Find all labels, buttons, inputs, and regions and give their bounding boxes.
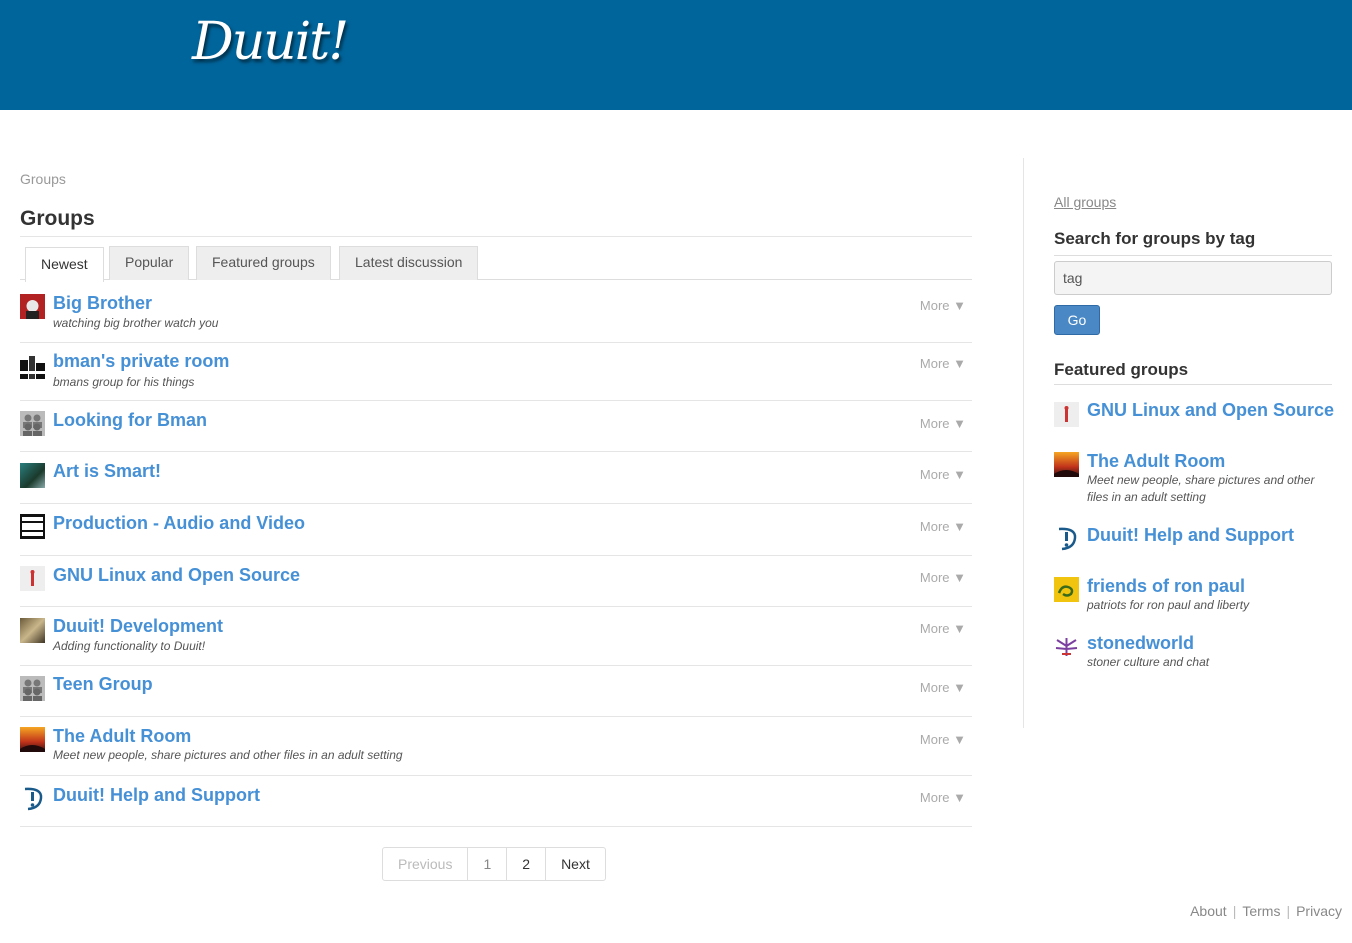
list-item: Teen Group More ▼	[20, 666, 972, 717]
list-item: The Adult Room Meet new people, share pi…	[20, 717, 972, 776]
pagination-previous: Previous	[398, 856, 453, 872]
group-name[interactable]: Art is Smart!	[53, 461, 161, 482]
group-description: Adding functionality to Duuit!	[53, 639, 206, 653]
featured-group-name[interactable]: The Adult Room	[1087, 451, 1225, 472]
page-title: Groups	[20, 207, 95, 230]
more-menu[interactable]: More ▼	[920, 621, 966, 636]
list-item: Looking for Bman More ▼	[20, 401, 972, 452]
more-menu[interactable]: More ▼	[920, 356, 966, 371]
more-menu[interactable]: More ▼	[920, 570, 966, 585]
group-name[interactable]: Duuit! Development	[53, 616, 223, 637]
featured-group-description: patriots for ron paul and liberty	[1087, 598, 1250, 612]
featured-group-name[interactable]: GNU Linux and Open Source	[1087, 400, 1334, 421]
featured-group-name[interactable]: Duuit! Help and Support	[1087, 525, 1294, 546]
all-groups-link[interactable]: All groups	[1054, 194, 1116, 210]
featured-item: The Adult Room Meet new people, share pi…	[1054, 451, 1344, 511]
tab-featured-groups[interactable]: Featured groups	[196, 246, 331, 280]
pagination: Previous 1 2 Next	[382, 847, 606, 881]
go-button[interactable]: Go	[1054, 305, 1100, 335]
featured-group-name[interactable]: stonedworld	[1087, 633, 1194, 654]
featured-group-name[interactable]: friends of ron paul	[1087, 576, 1245, 597]
tag-search-input[interactable]	[1054, 261, 1332, 295]
featured-heading-divider	[1054, 384, 1332, 385]
advisory-avatar-icon[interactable]	[20, 514, 45, 539]
pagination-next[interactable]: Next	[545, 848, 605, 880]
featured-group-description: stoner culture and chat	[1087, 655, 1210, 669]
group-description: bmans group for his things	[53, 375, 195, 389]
list-item: Art is Smart! More ▼	[20, 452, 972, 504]
group-name[interactable]: Big Brother	[53, 293, 152, 314]
more-menu[interactable]: More ▼	[920, 519, 966, 534]
breadcrumb[interactable]: Groups	[20, 171, 66, 187]
more-menu[interactable]: More ▼	[920, 467, 966, 482]
gnu-avatar-icon[interactable]	[20, 566, 45, 591]
footer-terms-link[interactable]: Terms	[1242, 903, 1280, 919]
duuit-logo-icon[interactable]	[1054, 526, 1079, 551]
tab-newest[interactable]: Newest	[25, 247, 104, 282]
footer-privacy-link[interactable]: Privacy	[1296, 903, 1342, 919]
footer-about-link[interactable]: About	[1190, 903, 1227, 919]
sunset-avatar-icon[interactable]	[1054, 452, 1079, 477]
pagination-page-1[interactable]: 1	[467, 848, 506, 880]
group-name[interactable]: bman's private room	[53, 351, 229, 372]
leaf-avatar-icon[interactable]	[1054, 634, 1079, 659]
search-heading: Search for groups by tag	[1054, 229, 1256, 248]
dev-avatar-icon[interactable]	[20, 618, 45, 643]
tab-latest-discussion[interactable]: Latest discussion	[339, 246, 479, 280]
list-item: Big Brother watching big brother watch y…	[20, 280, 972, 343]
top-bar: Duuit!	[0, 0, 1352, 110]
group-name[interactable]: The Adult Room	[53, 726, 191, 747]
gadsden-flag-icon[interactable]	[1054, 577, 1079, 602]
more-menu[interactable]: More ▼	[920, 298, 966, 313]
column-divider	[1023, 158, 1024, 728]
featured-item: stonedworld stoner culture and chat	[1054, 633, 1344, 678]
tab-popular[interactable]: Popular	[109, 246, 190, 280]
sunset-avatar-icon[interactable]	[20, 727, 45, 752]
list-item: bman's private room bmans group for his …	[20, 343, 972, 401]
gnu-avatar-icon[interactable]	[1054, 402, 1079, 427]
list-item: Production - Audio and Video More ▼	[20, 504, 972, 556]
more-menu[interactable]: More ▼	[920, 416, 966, 431]
featured-item: GNU Linux and Open Source	[1054, 400, 1344, 440]
featured-group-description: Meet new people, share pictures and othe…	[1087, 473, 1315, 504]
art-avatar-icon[interactable]	[20, 463, 45, 488]
title-divider	[20, 236, 972, 237]
default-group-icon[interactable]	[20, 676, 45, 701]
group-tabs: Newest Popular Featured groups Latest di…	[20, 246, 972, 282]
featured-item: Duuit! Help and Support	[1054, 525, 1344, 565]
group-name[interactable]: GNU Linux and Open Source	[53, 565, 300, 586]
featured-heading: Featured groups	[1054, 360, 1189, 379]
group-name[interactable]: Teen Group	[53, 674, 153, 695]
footer: About | Terms | Privacy	[1190, 903, 1342, 919]
list-item: Duuit! Help and Support More ▼	[20, 776, 972, 827]
default-group-icon[interactable]	[20, 411, 45, 436]
site-logo[interactable]: Duuit!	[192, 12, 349, 72]
more-menu[interactable]: More ▼	[920, 790, 966, 805]
duuit-logo-icon[interactable]	[20, 786, 45, 811]
pagination-page-2[interactable]: 2	[506, 848, 545, 880]
more-menu[interactable]: More ▼	[920, 680, 966, 695]
group-name[interactable]: Production - Audio and Video	[53, 513, 305, 534]
list-item: GNU Linux and Open Source More ▼	[20, 556, 972, 607]
footer-separator: |	[1286, 903, 1291, 919]
vampire-avatar-icon[interactable]	[20, 294, 45, 319]
group-description: watching big brother watch you	[53, 316, 219, 330]
footer-separator: |	[1232, 903, 1237, 919]
more-menu[interactable]: More ▼	[920, 732, 966, 747]
search-heading-divider	[1054, 255, 1332, 256]
group-name[interactable]: Duuit! Help and Support	[53, 785, 260, 806]
list-item: Duuit! Development Adding functionality …	[20, 607, 972, 666]
group-description: Meet new people, share pictures and othe…	[53, 748, 403, 762]
featured-item: friends of ron paul patriots for ron pau…	[1054, 576, 1344, 621]
skyline-avatar-icon[interactable]	[20, 354, 45, 379]
group-name[interactable]: Looking for Bman	[53, 410, 207, 431]
